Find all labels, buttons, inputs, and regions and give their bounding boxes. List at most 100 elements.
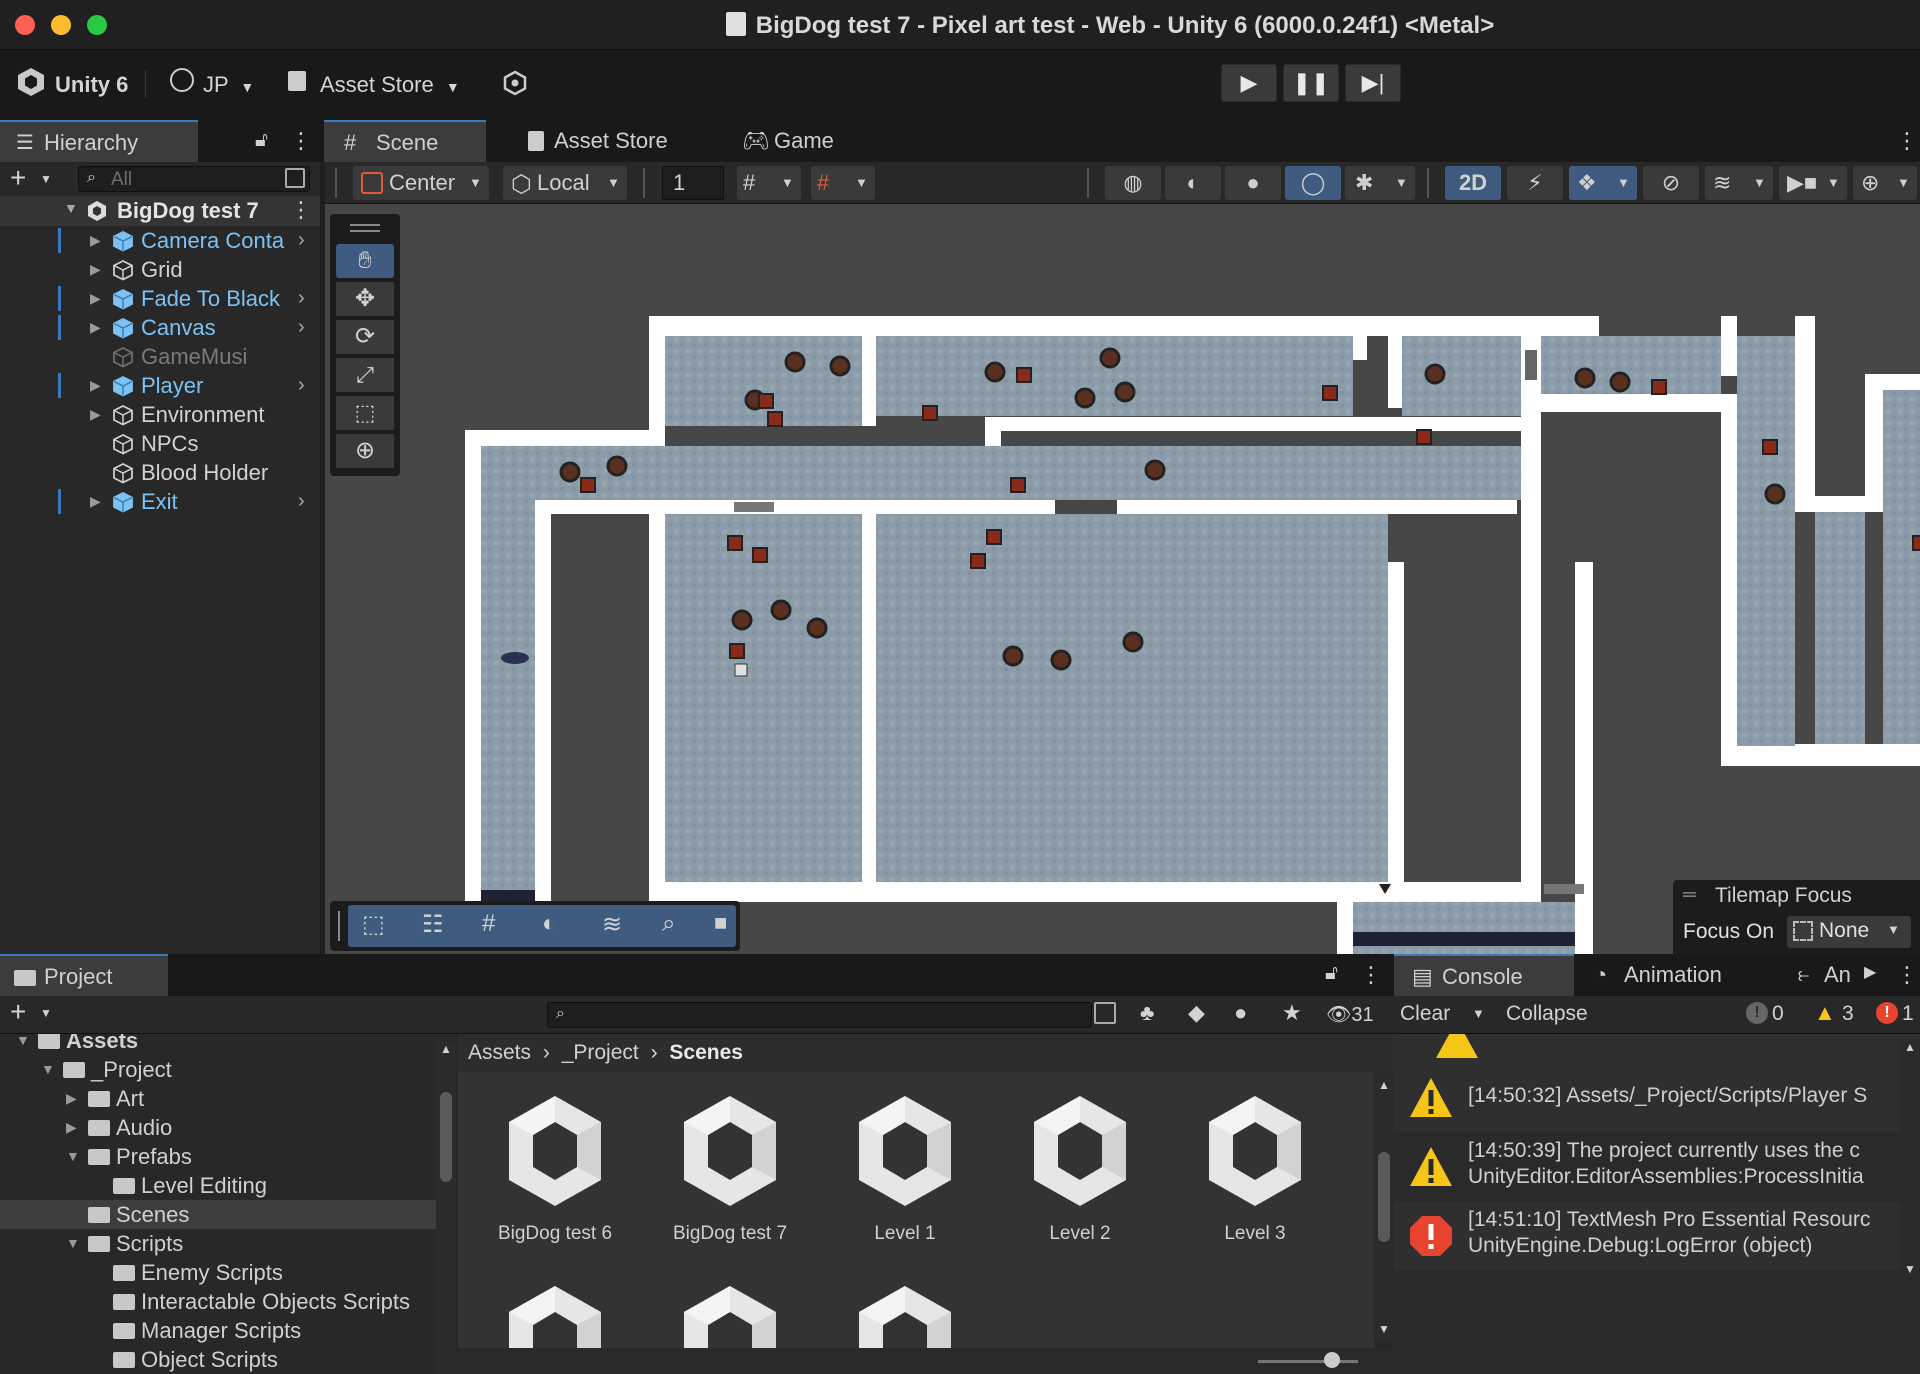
breadcrumb-item[interactable]: Assets	[468, 1041, 531, 1064]
console-entry[interactable]: [14:50:39] The project currently uses th…	[1394, 1133, 1920, 1201]
grid-visibility-dropdown[interactable]: # ▼	[811, 166, 875, 200]
camera-settings-dropdown[interactable]: ▶■ ▼	[1779, 166, 1847, 200]
scroll-up-icon[interactable]: ▲	[1904, 1040, 1916, 1054]
expand-triangle-icon[interactable]: ▼	[64, 200, 78, 216]
more-tabs-icon[interactable]: ▶	[1864, 962, 1876, 982]
unlit-toggle-icon[interactable]: ◐	[542, 910, 557, 938]
expand-triangle-icon[interactable]: ▶	[90, 487, 101, 516]
filter-by-label-icon[interactable]: ◆	[1188, 1000, 1205, 1026]
expand-triangle-icon[interactable]: ▶	[90, 371, 101, 400]
open-prefab-chevron-icon[interactable]: ›	[298, 371, 305, 400]
slider-knob[interactable]	[1324, 1352, 1340, 1368]
filter-by-type-icon[interactable]: ♣	[1140, 1000, 1154, 1026]
hidden-packages-toggle[interactable]: 👁︎31	[1326, 1002, 1374, 1027]
open-prefab-chevron-icon[interactable]: ›	[298, 284, 305, 313]
scene-asset-item[interactable]: Level 1	[825, 1092, 985, 1252]
hierarchy-item[interactable]: Blood Holder	[0, 458, 320, 487]
scene-effects-dropdown[interactable]: ❖ ▼	[1569, 166, 1637, 200]
hierarchy-item[interactable]: GameMusi	[0, 342, 320, 371]
scroll-up-icon[interactable]: ▲	[1378, 1078, 1390, 1092]
panel-menu-icon[interactable]: ⋮	[1896, 128, 1918, 154]
clear-options-dropdown[interactable]: ▼	[1472, 1006, 1485, 1021]
breadcrumb-item[interactable]: _Project	[562, 1041, 639, 1064]
tab-asset-store[interactable]: Asset Store	[500, 120, 690, 162]
hierarchy-search-input[interactable]: ⌕ All	[78, 166, 310, 192]
account-dropdown[interactable]: JP ▼	[203, 72, 254, 98]
debug-draw-mode-dropdown[interactable]: ✱ ▼	[1345, 166, 1415, 200]
warning-count-toggle[interactable]: ▲ 3	[1814, 1000, 1860, 1030]
expand-triangle-icon[interactable]: ▶	[90, 284, 101, 313]
clear-button[interactable]: Clear	[1400, 1002, 1450, 1026]
tab-hierarchy[interactable]: ☰ Hierarchy	[0, 120, 198, 162]
console-entry[interactable]: [14:50:32] Assets/_Project/Scripts/Playe…	[1394, 1064, 1920, 1132]
panel-menu-icon[interactable]: ⋮	[1360, 962, 1382, 988]
camera-toggle-icon[interactable]: ■	[714, 910, 727, 936]
project-folder-item[interactable]: Object Scripts	[0, 1345, 436, 1374]
open-prefab-chevron-icon[interactable]: ›	[298, 313, 305, 342]
toggle-2d-button[interactable]: 2D	[1445, 166, 1501, 200]
expand-triangle-icon[interactable]: ▶	[90, 226, 101, 255]
layers-dropdown[interactable]: ≋ ▼	[1705, 166, 1773, 200]
unlit-shading-button[interactable]: ◯	[1285, 166, 1341, 200]
hierarchy-item[interactable]: ▶ Camera Conta ›	[0, 226, 320, 255]
project-folder-item[interactable]: Manager Scripts	[0, 1316, 436, 1345]
expand-triangle-icon[interactable]: ▶	[90, 400, 101, 429]
scene-asset-item[interactable]: BigDog test 6	[475, 1092, 635, 1252]
step-button[interactable]: ▶|	[1345, 64, 1401, 102]
zoom-icon[interactable]: ⌕	[662, 910, 675, 938]
scroll-down-icon[interactable]: ▼	[1904, 1262, 1916, 1276]
project-folder-item[interactable]: ▼ _Project	[0, 1055, 436, 1084]
info-count-toggle[interactable]: ! 0	[1744, 1000, 1790, 1030]
search-by-type-icon[interactable]	[1094, 1002, 1116, 1024]
wireframe-shading-button[interactable]: ◍	[1105, 166, 1161, 200]
scene-asset-item[interactable]: Level 3	[1175, 1092, 1335, 1252]
tab-console[interactable]: ▤ Console	[1394, 954, 1574, 996]
scene-view[interactable]: ✋︎ ✥ ⟳ ⤢ ⬚ ⊕ ═ Tilemap Focus Focus On No…	[325, 204, 1920, 954]
project-folder-item[interactable]: Interactable Objects Scripts	[0, 1287, 436, 1316]
hierarchy-item[interactable]: ▶ Player ›	[0, 371, 320, 400]
project-folder-item[interactable]: ▼ Assets	[0, 1034, 436, 1055]
scene-asset-item[interactable]: BigDog test 7	[650, 1092, 810, 1252]
unity-version-menu[interactable]: Unity 6	[55, 72, 128, 98]
level-tilemap[interactable]	[325, 204, 1920, 954]
play-button[interactable]: ▶	[1221, 64, 1277, 102]
handle-rotation-dropdown[interactable]: ⬡ Local ▼	[503, 166, 627, 200]
grid-toggle-icon[interactable]: #	[482, 910, 495, 938]
project-folder-item[interactable]: ▶ Art	[0, 1084, 436, 1113]
hierarchy-item[interactable]: ▶ Environment	[0, 400, 320, 429]
tab-scene[interactable]: # Scene	[324, 120, 486, 162]
scene-root-row[interactable]: ▼ BigDog test 7 ⋮	[0, 196, 320, 226]
collapse-triangle-icon[interactable]: ▼	[16, 1034, 30, 1055]
search-by-type-icon[interactable]	[285, 168, 305, 188]
gizmos-dropdown[interactable]: ⊕ ▼	[1853, 166, 1917, 200]
scene-menu-icon[interactable]: ⋮	[290, 197, 312, 223]
tab-project[interactable]: Project	[0, 954, 168, 996]
open-prefab-chevron-icon[interactable]: ›	[298, 226, 305, 255]
hierarchy-item[interactable]: ▶ Exit ›	[0, 487, 320, 516]
console-entry-partial[interactable]	[1394, 1034, 1920, 1064]
expand-triangle-icon[interactable]: ▶	[66, 1084, 77, 1113]
hierarchy-item[interactable]: NPCs	[0, 429, 320, 458]
project-folder-item[interactable]: ▼ Prefabs	[0, 1142, 436, 1171]
icon-size-slider[interactable]	[1258, 1360, 1358, 1363]
collapse-button[interactable]: Collapse	[1506, 1002, 1588, 1026]
filter-by-log-icon[interactable]: ●	[1234, 1000, 1247, 1026]
collapse-triangle-icon[interactable]: ▼	[41, 1055, 55, 1084]
collapse-triangle-icon[interactable]: ▼	[66, 1229, 80, 1258]
project-folder-item[interactable]: Level Editing	[0, 1171, 436, 1200]
hierarchy-item[interactable]: ▶ Canvas ›	[0, 313, 320, 342]
project-folder-item[interactable]: ▼ Scripts	[0, 1229, 436, 1258]
cloud-settings-icon[interactable]	[503, 70, 527, 96]
scroll-up-icon[interactable]: ▲	[440, 1042, 452, 1056]
breadcrumb-item[interactable]: Scenes	[669, 1041, 743, 1064]
grid-snap-value-input[interactable]: 1	[662, 166, 724, 200]
console-entry[interactable]: [14:51:10] TextMesh Pro Essential Resour…	[1394, 1202, 1920, 1270]
select-rect-icon[interactable]: ⬚	[362, 910, 385, 939]
scrollbar-thumb[interactable]	[1378, 1152, 1390, 1242]
scroll-down-icon[interactable]: ▼	[1378, 1322, 1390, 1336]
scrollbar-thumb[interactable]	[440, 1092, 452, 1182]
expand-triangle-icon[interactable]: ▶	[90, 313, 101, 342]
project-search-input[interactable]: ⌕	[547, 1002, 1092, 1028]
create-add-icon[interactable]: +	[10, 162, 26, 194]
dropdown-arrow-icon[interactable]: ▼	[40, 1006, 52, 1020]
